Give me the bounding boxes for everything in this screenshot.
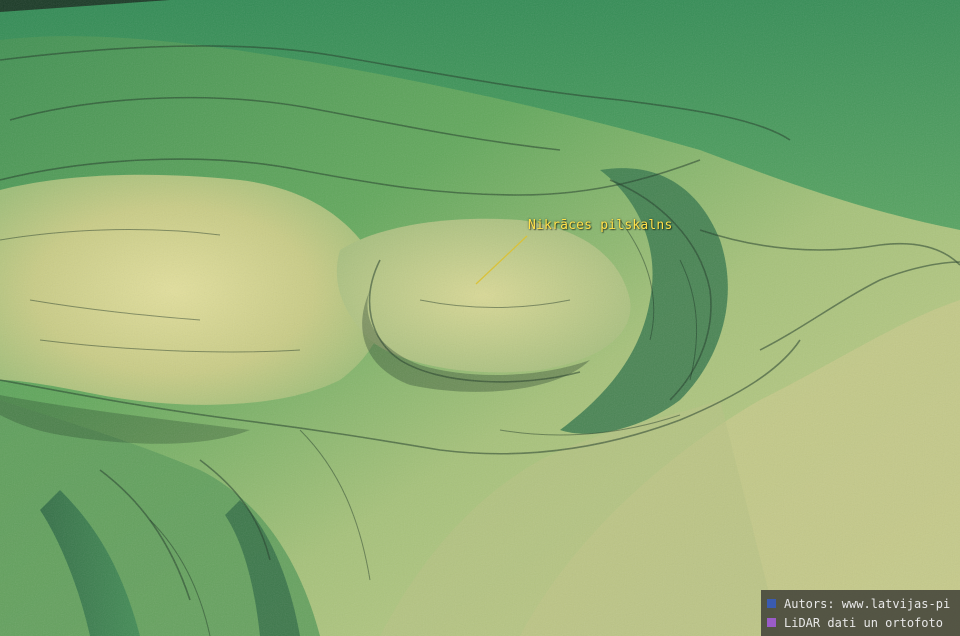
map-legend: Autors: www.latvijas-pi LiDAR dati un or… <box>761 590 960 636</box>
hillfort-label[interactable]: Nikrāces pilskalns <box>528 218 672 233</box>
legend-author-text: Autors: www.latvijas-pi <box>784 596 951 611</box>
legend-swatch-blue <box>767 599 776 608</box>
map-view[interactable]: Nikrāces pilskalns Autors: www.latvijas-… <box>0 0 960 636</box>
legend-row-source: LiDAR dati un ortofoto <box>767 613 960 632</box>
legend-swatch-purple <box>767 618 776 627</box>
terrain-relief[interactable] <box>0 0 960 636</box>
legend-row-author: Autors: www.latvijas-pi <box>767 594 960 613</box>
legend-source-text: LiDAR dati un ortofoto <box>784 615 943 630</box>
